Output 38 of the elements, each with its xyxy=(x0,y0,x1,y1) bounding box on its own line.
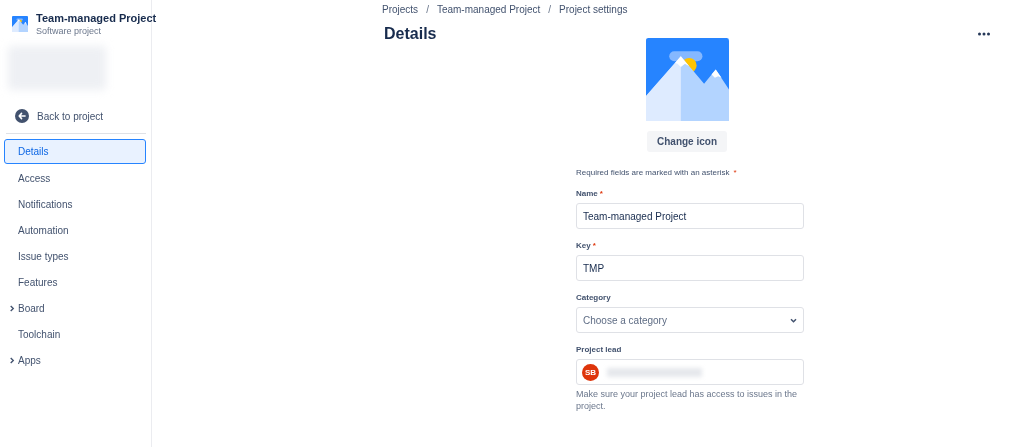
field-label: Project lead xyxy=(576,345,622,354)
nav-item[interactable]: Board xyxy=(4,296,146,320)
page-title: Details xyxy=(384,25,437,43)
nav-item[interactable]: Toolchain xyxy=(4,322,146,346)
nav-item[interactable]: Access xyxy=(4,166,146,190)
project-icon xyxy=(12,16,28,32)
user-picker[interactable]: SB xyxy=(576,359,804,385)
breadcrumb-separator: / xyxy=(426,4,429,17)
input-field[interactable]: TMP xyxy=(576,255,804,281)
breadcrumb-separator: / xyxy=(548,4,552,17)
nav-item[interactable]: Notifications xyxy=(4,192,146,216)
nav-item[interactable]: Apps xyxy=(4,348,146,372)
back-link[interactable]: Back to project xyxy=(4,107,146,125)
nav-item[interactable]: Features xyxy=(4,270,146,294)
back-arrow-icon xyxy=(15,109,29,123)
more-icon xyxy=(978,31,990,36)
required-asterisk: * xyxy=(599,189,603,198)
user-avatar: SB xyxy=(582,363,599,381)
breadcrumb-link[interactable]: Projects xyxy=(382,4,419,18)
breadcrumb-link[interactable]: Team-managed Project xyxy=(436,4,541,18)
caret-icon xyxy=(790,317,797,323)
nav-item[interactable]: Automation xyxy=(4,218,146,242)
breadcrumb-link[interactable]: Project settings xyxy=(559,4,628,18)
field-label: Category xyxy=(576,293,611,302)
required-asterisk: * xyxy=(592,241,596,250)
required-asterisk: * xyxy=(733,168,737,177)
field-label: Key xyxy=(576,241,591,250)
field-label: Name xyxy=(576,189,598,198)
nav-item[interactable]: Details xyxy=(4,139,146,164)
change-icon-button[interactable]: Change icon xyxy=(647,131,727,152)
help-text: Make sure your project lead has access to issues in the project. xyxy=(576,389,799,413)
project-title: Team-managed Project xyxy=(36,12,157,24)
nav-item[interactable]: Issue types xyxy=(4,244,146,268)
project-avatar-icon xyxy=(645,38,729,121)
project-type: Software project xyxy=(36,26,103,36)
input-field[interactable]: Team-managed Project xyxy=(576,203,804,229)
required-note: Required fields are marked with an asterisk xyxy=(576,168,730,177)
category-select[interactable]: Choose a category xyxy=(576,307,804,333)
